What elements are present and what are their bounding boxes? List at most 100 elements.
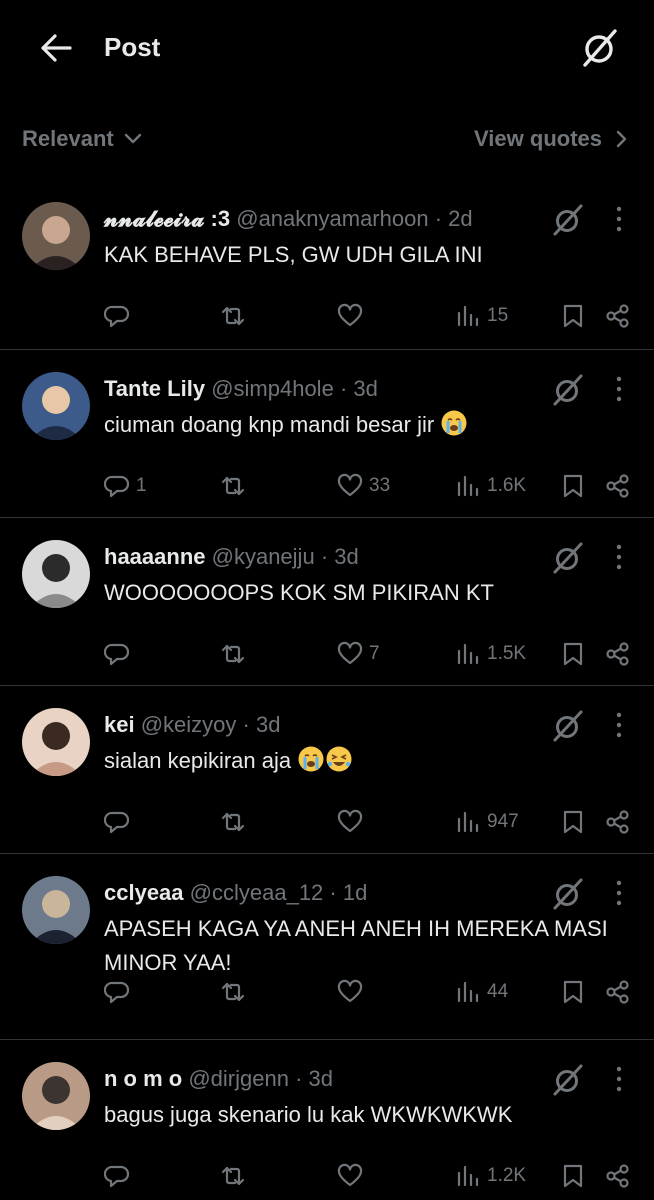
avatar[interactable] (22, 540, 90, 608)
bookmark-button[interactable] (560, 298, 586, 334)
reply-post[interactable]: 𝓷𝓷𝓪𝓵𝓮𝓮𝓲𝓻𝓪 :3 @anaknyamarhoon · 2d KAK BE… (0, 180, 654, 350)
reply-text-block: sialan kepikiran aja (104, 744, 614, 778)
views-button[interactable]: 947 (455, 804, 519, 840)
reply-post[interactable]: n o m o @dirjgenn · 3d bagus juga skenar… (0, 1040, 654, 1200)
more-vertical-icon (616, 712, 622, 738)
reply-button[interactable]: 1 (104, 468, 147, 504)
views-button[interactable]: 44 (455, 974, 508, 1010)
reply-button[interactable] (104, 636, 136, 672)
bookmark-button[interactable] (560, 468, 586, 504)
bookmark-button[interactable] (560, 636, 586, 672)
more-options-button[interactable] (606, 710, 632, 740)
view-quotes-link[interactable]: View quotes (474, 126, 628, 152)
repost-button[interactable] (220, 468, 246, 504)
bookmark-button[interactable] (560, 804, 586, 840)
bookmark-button[interactable] (560, 974, 586, 1010)
repost-button[interactable] (220, 974, 246, 1010)
more-options-button[interactable] (606, 1064, 632, 1094)
like-button[interactable] (337, 804, 369, 840)
share-button[interactable] (605, 1158, 631, 1194)
separator-dot: · (329, 880, 343, 905)
like-count: 33 (369, 475, 391, 496)
more-options-button[interactable] (606, 878, 632, 908)
avatar[interactable] (22, 372, 90, 440)
like-button[interactable]: 7 (337, 636, 380, 672)
display-name[interactable]: n o m o (104, 1066, 182, 1091)
more-options-button[interactable] (606, 204, 632, 234)
views-button[interactable]: 1.5K (455, 636, 526, 672)
like-button[interactable] (337, 1158, 369, 1194)
reply-post[interactable]: haaaanne @kyanejju · 3d WOOOOOOOPS KOK S… (0, 518, 654, 686)
share-button[interactable] (605, 804, 631, 840)
views-button[interactable]: 15 (455, 298, 508, 334)
more-vertical-icon (616, 206, 622, 232)
separator-dot: · (320, 544, 335, 569)
grok-button[interactable] (550, 1062, 586, 1098)
avatar[interactable] (22, 876, 90, 944)
back-button[interactable] (36, 30, 76, 66)
display-name[interactable]: 𝓷𝓷𝓪𝓵𝓮𝓮𝓲𝓻𝓪 :3 (104, 206, 230, 231)
sort-dropdown[interactable]: Relevant (22, 126, 142, 152)
share-button[interactable] (605, 298, 631, 334)
reply-button[interactable] (104, 804, 136, 840)
display-name[interactable]: haaaanne (104, 544, 206, 569)
user-handle[interactable]: @keizyoy (141, 712, 237, 737)
share-button[interactable] (605, 636, 631, 672)
avatar[interactable] (22, 202, 90, 270)
post-time: 2d (448, 206, 473, 231)
user-handle[interactable]: @dirjgenn (188, 1066, 289, 1091)
reply-button[interactable] (104, 298, 136, 334)
like-button[interactable] (337, 974, 369, 1010)
reply-meta: kei @keizyoy · 3d (104, 712, 280, 738)
view-count: 1.5K (487, 643, 527, 664)
repost-button[interactable] (220, 804, 246, 840)
reply-text: bagus juga skenario lu kak WKWKWKWK (104, 1102, 513, 1127)
chevron-right-icon (616, 130, 627, 148)
bookmark-icon (563, 810, 583, 834)
more-options-button[interactable] (606, 374, 632, 404)
grok-button[interactable] (550, 540, 586, 576)
views-button[interactable]: 1.2K (455, 1158, 526, 1194)
grok-button[interactable] (550, 202, 586, 238)
grok-button[interactable] (550, 708, 586, 744)
avatar[interactable] (22, 708, 90, 776)
share-button[interactable] (605, 974, 631, 1010)
grok-icon (553, 542, 583, 574)
display-name[interactable]: Tante Lily (104, 376, 205, 401)
grok-icon (583, 29, 617, 67)
reply-post[interactable]: Tante Lily @simp4hole · 3d ciuman doang … (0, 350, 654, 518)
repost-button[interactable] (220, 298, 246, 334)
avatar[interactable] (22, 1062, 90, 1130)
share-button[interactable] (605, 468, 631, 504)
reply-post[interactable]: kei @keizyoy · 3d sialan kepikiran aja 9… (0, 686, 654, 854)
post-time: 3d (308, 1066, 334, 1091)
views-button[interactable]: 1.6K (455, 468, 526, 504)
reply-text: WOOOOOOOPS KOK SM PIKIRAN KT (104, 580, 494, 605)
like-button[interactable]: 33 (337, 468, 390, 504)
bookmark-icon (563, 474, 583, 498)
grok-button[interactable] (550, 876, 586, 912)
reply-button[interactable] (104, 1158, 136, 1194)
user-handle[interactable]: @kyanejju (212, 544, 315, 569)
user-handle[interactable]: @cclyeaa_12 (190, 880, 324, 905)
display-name[interactable]: kei (104, 712, 135, 737)
grok-button[interactable] (578, 26, 622, 70)
heart-icon (337, 809, 363, 833)
heart-icon (337, 641, 363, 665)
heart-icon (337, 303, 363, 327)
repost-button[interactable] (220, 1158, 246, 1194)
repost-button[interactable] (220, 636, 246, 672)
bookmark-button[interactable] (560, 1158, 586, 1194)
grok-button[interactable] (550, 372, 586, 408)
more-options-button[interactable] (606, 542, 632, 572)
like-button[interactable] (337, 298, 369, 334)
views-icon (457, 981, 479, 1003)
reply-button[interactable] (104, 974, 136, 1010)
user-handle[interactable]: @simp4hole (211, 376, 334, 401)
reply-text-block: ciuman doang knp mandi besar jir (104, 408, 614, 442)
user-handle[interactable]: @anaknyamarhoon (236, 206, 428, 231)
post-time: 1d (342, 880, 368, 905)
display-name[interactable]: cclyeaa (104, 880, 184, 905)
separator-dot: · (242, 712, 256, 737)
reply-post[interactable]: cclyeaa @cclyeaa_12 · 1d APASEH KAGA YA … (0, 854, 654, 1040)
